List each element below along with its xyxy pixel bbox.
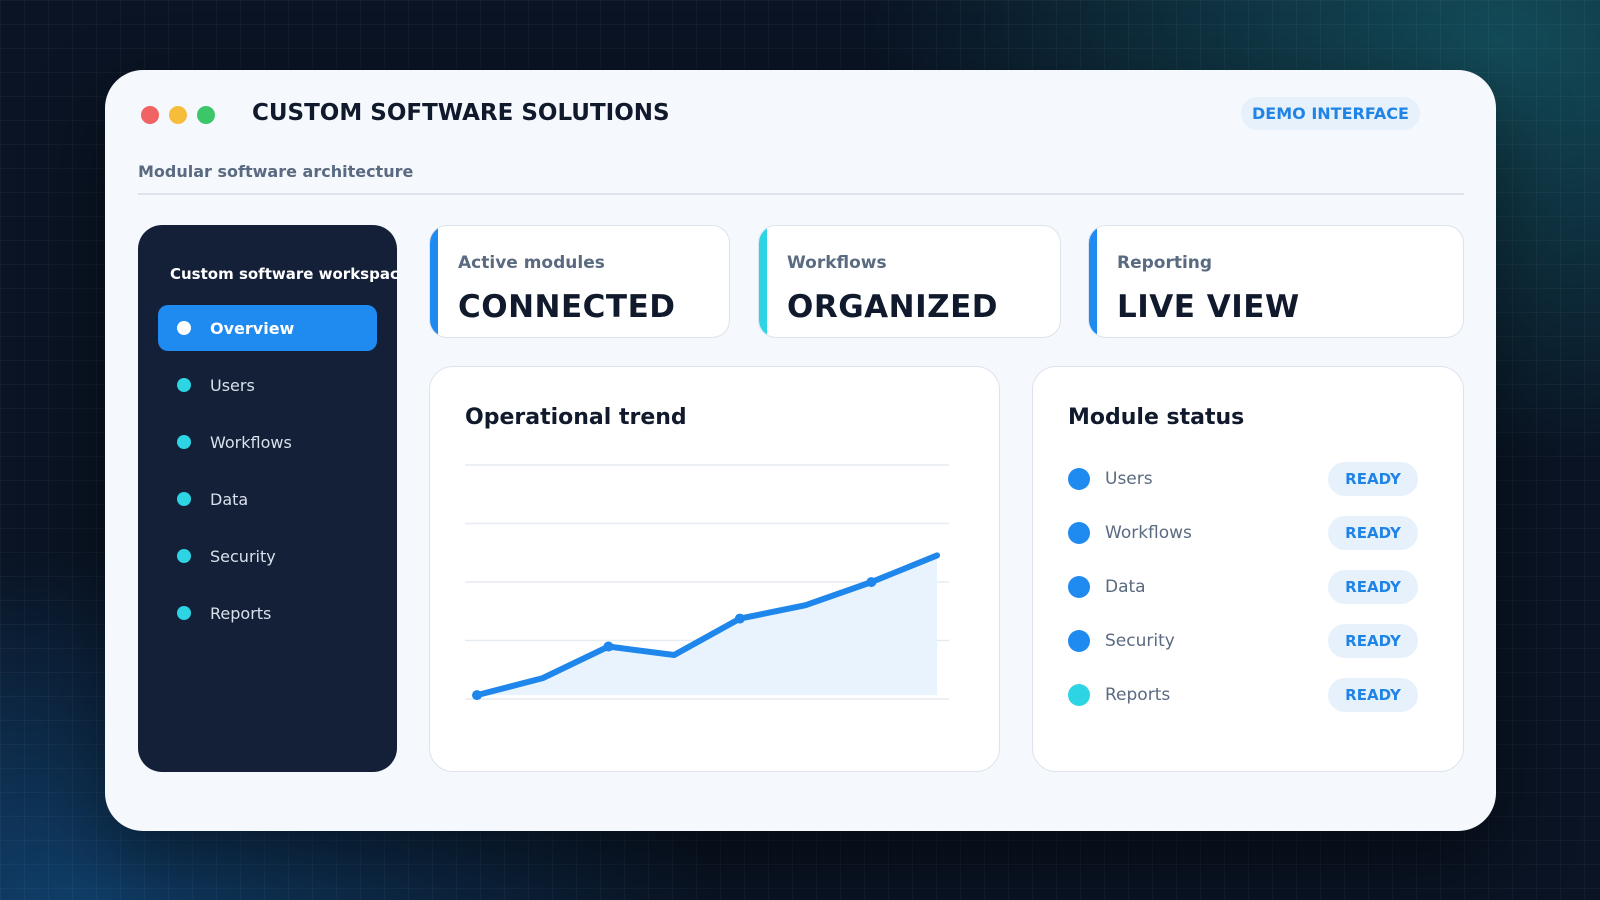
sidebar-item-label: Security [210, 546, 276, 566]
status-dot-icon [1068, 630, 1090, 652]
module-name: Data [1105, 577, 1146, 597]
close-window-button[interactable] [141, 106, 159, 124]
sidebar-item-label: Users [210, 375, 255, 395]
app-title: CUSTOM SOFTWARE SOLUTIONS [252, 100, 670, 126]
panel-title: Operational trend [465, 405, 687, 430]
module-row-security: Security READY [1068, 623, 1418, 659]
module-name: Workflows [1105, 523, 1192, 543]
status-badge: READY [1328, 624, 1418, 658]
stat-value: LIVE VIEW [1117, 289, 1300, 325]
sidebar: Custom software workspace Overview Users… [138, 225, 397, 772]
sidebar-item-reports[interactable]: Reports [158, 590, 377, 636]
stat-accent-bar [759, 226, 767, 337]
sidebar-item-label: Data [210, 489, 249, 509]
module-row-users: Users READY [1068, 461, 1418, 497]
module-name: Reports [1105, 685, 1171, 705]
minimize-window-button[interactable] [169, 106, 187, 124]
trend-data-point [734, 613, 745, 624]
sidebar-item-users[interactable]: Users [158, 362, 377, 408]
stat-card-reporting: Reporting LIVE VIEW [1088, 225, 1464, 338]
sidebar-item-data[interactable]: Data [158, 476, 377, 522]
nav-dot-icon [177, 378, 191, 392]
status-badge: READY [1328, 462, 1418, 496]
stat-label: Active modules [458, 253, 605, 273]
nav-dot-icon [177, 606, 191, 620]
stat-card-active-modules: Active modules CONNECTED [429, 225, 730, 338]
sidebar-item-label: Reports [210, 603, 272, 623]
page-subtitle: Modular software architecture [138, 162, 414, 181]
stat-card-workflows: Workflows ORGANIZED [758, 225, 1061, 338]
trend-data-point [603, 641, 614, 652]
module-status-panel: Module status Users READY Workflows READ… [1032, 366, 1464, 772]
status-badge: READY [1328, 678, 1418, 712]
module-row-workflows: Workflows READY [1068, 515, 1418, 551]
sidebar-item-overview[interactable]: Overview [158, 305, 377, 351]
sidebar-item-security[interactable]: Security [158, 533, 377, 579]
module-name: Security [1105, 631, 1175, 651]
stat-label: Reporting [1117, 253, 1213, 273]
sidebar-item-workflows[interactable]: Workflows [158, 419, 377, 465]
module-row-data: Data READY [1068, 569, 1418, 605]
maximize-window-button[interactable] [197, 106, 215, 124]
status-dot-icon [1068, 684, 1090, 706]
stat-label: Workflows [787, 253, 887, 273]
stat-value: ORGANIZED [787, 289, 999, 325]
status-dot-icon [1068, 468, 1090, 490]
status-dot-icon [1068, 576, 1090, 598]
nav-dot-icon [177, 549, 191, 563]
module-row-reports: Reports READY [1068, 677, 1418, 713]
sidebar-item-label: Overview [210, 318, 295, 338]
operational-trend-panel: Operational trend [429, 366, 1000, 772]
stat-accent-bar [1089, 226, 1097, 337]
status-badge: READY [1328, 570, 1418, 604]
panel-title: Module status [1068, 405, 1245, 430]
sidebar-item-label: Workflows [210, 432, 292, 452]
stat-value: CONNECTED [458, 289, 676, 325]
demo-interface-badge: DEMO INTERFACE [1241, 97, 1420, 130]
stat-accent-bar [430, 226, 438, 337]
nav-dot-icon [177, 321, 191, 335]
app-window: CUSTOM SOFTWARE SOLUTIONS DEMO INTERFACE… [105, 70, 1496, 831]
nav-dot-icon [177, 435, 191, 449]
trend-data-point [866, 577, 877, 588]
nav-dot-icon [177, 492, 191, 506]
window-controls [141, 106, 215, 124]
operational-trend-chart [465, 464, 949, 701]
status-dot-icon [1068, 522, 1090, 544]
header-divider [138, 193, 1464, 195]
sidebar-heading: Custom software workspace [170, 265, 397, 283]
trend-data-point [472, 690, 482, 701]
module-name: Users [1105, 469, 1153, 489]
status-badge: READY [1328, 516, 1418, 550]
